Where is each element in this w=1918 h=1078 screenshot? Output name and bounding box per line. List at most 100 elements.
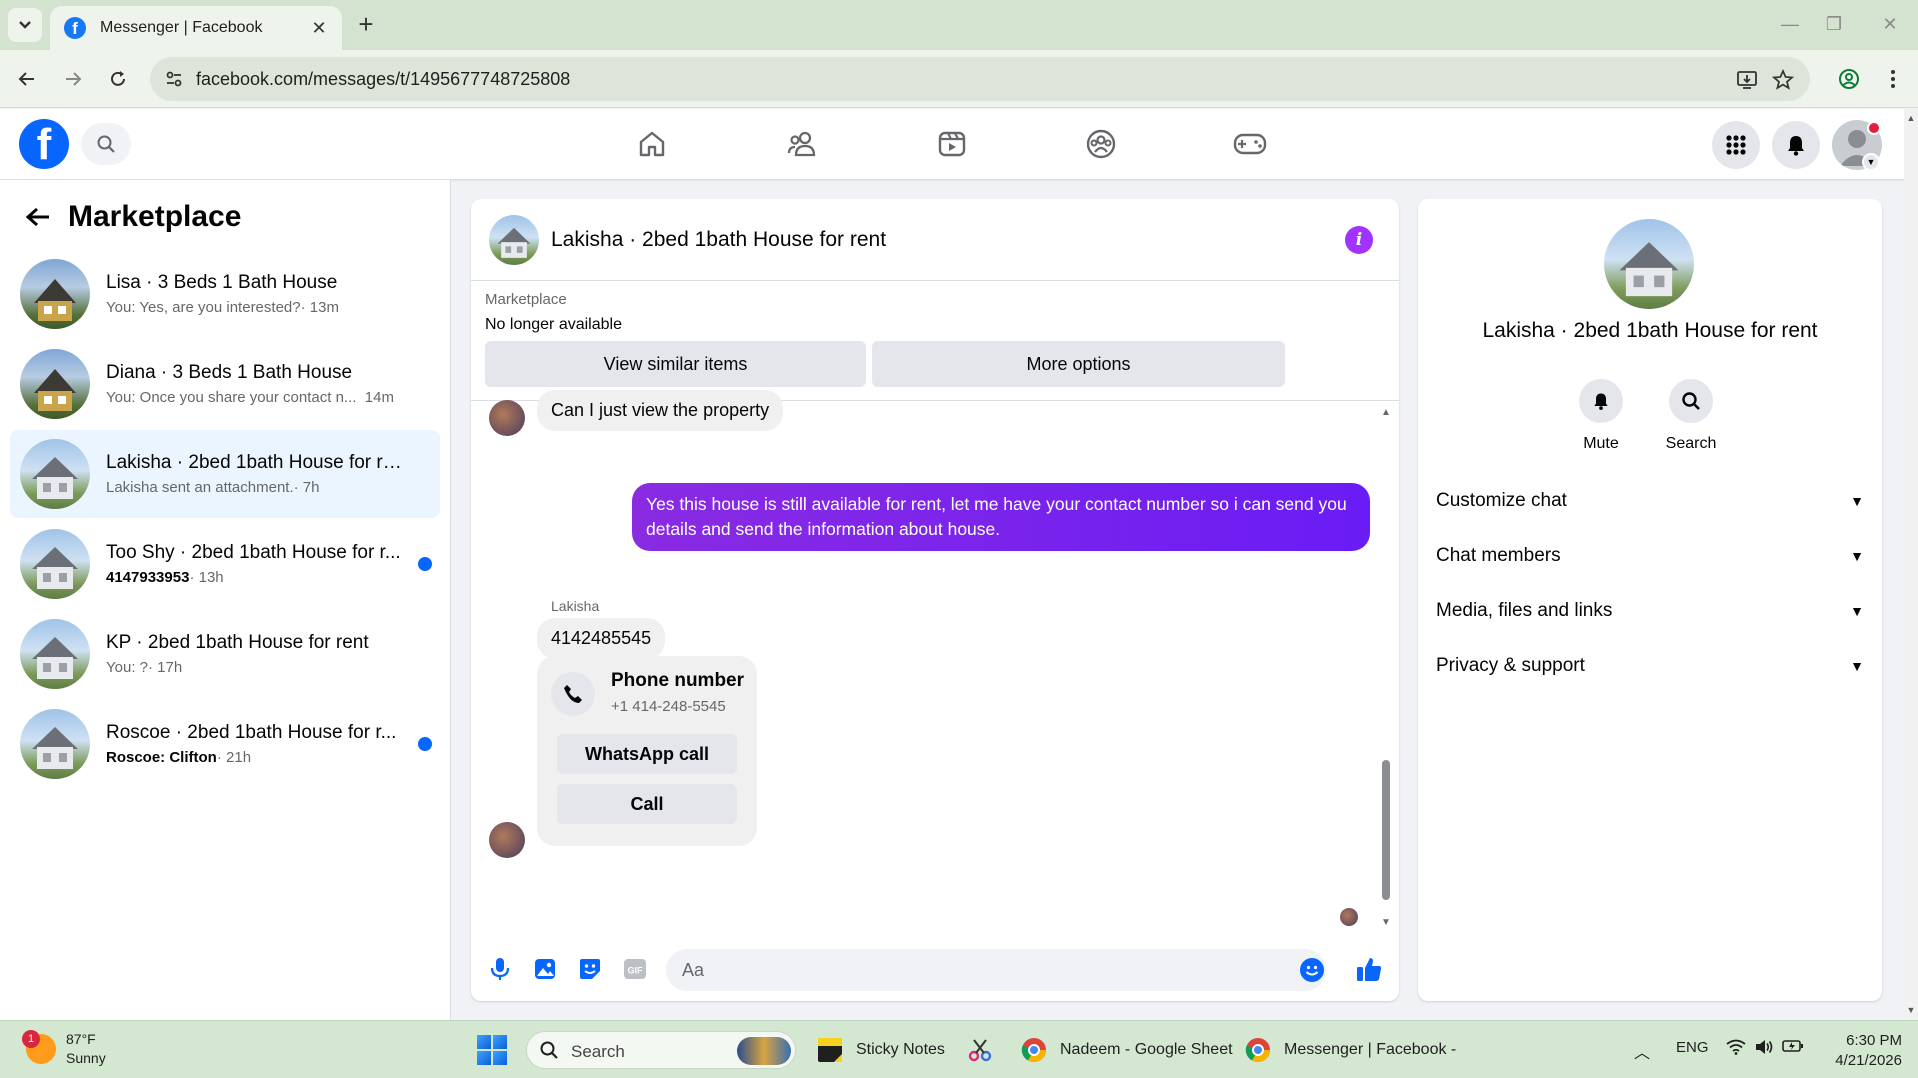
marketplace-label: Marketplace xyxy=(485,291,567,308)
view-similar-items-button[interactable]: View similar items xyxy=(485,341,866,387)
clock-date: 4/21/2026 xyxy=(1835,1052,1902,1069)
nav-home-button[interactable] xyxy=(622,121,682,167)
language-indicator[interactable]: ENG xyxy=(1676,1039,1709,1056)
conversation-name: Roscoe · 2bed 1bath House for r... xyxy=(106,722,397,743)
gif-icon[interactable]: GIF xyxy=(618,952,652,986)
tray-overflow-chevron-icon[interactable]: ︿ xyxy=(1634,1039,1650,1063)
conversation-item-active[interactable]: Lakisha · 2bed 1bath House for rent Laki… xyxy=(10,430,440,518)
back-button[interactable] xyxy=(10,62,44,96)
conversation-name: Too Shy · 2bed 1bath House for r... xyxy=(106,542,401,563)
like-thumbs-up-icon[interactable] xyxy=(1352,952,1386,986)
conversation-time: · 7h xyxy=(293,479,320,496)
weather-temp: 87°F xyxy=(66,1031,96,1047)
chat-header: Lakisha · 2bed 1bath House for rent i xyxy=(471,199,1399,281)
bookmark-star-icon[interactable] xyxy=(1770,67,1796,93)
accordion-label: Media, files and links xyxy=(1436,600,1613,621)
chat-title[interactable]: Lakisha · 2bed 1bath House for rent xyxy=(551,228,886,252)
browser-tab-messenger[interactable]: f Messenger | Facebook ✕ xyxy=(50,6,342,50)
restore-button[interactable]: ❐ xyxy=(1814,8,1854,40)
forward-button[interactable] xyxy=(56,62,90,96)
nav-friends-button[interactable] xyxy=(772,121,832,167)
tab-search-menu-button[interactable] xyxy=(8,8,42,42)
facebook-logo-icon[interactable]: f xyxy=(19,119,69,169)
address-bar[interactable]: facebook.com/messages/t/1495677748725808 xyxy=(150,57,1810,101)
weather-badge: 1 xyxy=(22,1030,40,1048)
windows-start-icon[interactable] xyxy=(477,1035,507,1065)
info-icon[interactable]: i xyxy=(1345,226,1373,254)
search-action[interactable]: Search xyxy=(1651,379,1731,453)
nav-video-button[interactable] xyxy=(922,121,982,167)
chevron-down-icon: ▼ xyxy=(1850,493,1864,509)
sun-icon: 1 xyxy=(22,1030,56,1064)
accordion-chat-members[interactable]: Chat members ▼ xyxy=(1436,536,1864,576)
tab-title: Messenger | Facebook xyxy=(100,19,263,36)
listing-thumbnail xyxy=(20,619,90,689)
unread-dot xyxy=(418,557,432,571)
microphone-icon[interactable] xyxy=(483,952,517,986)
account-chevron-icon[interactable]: ▼ xyxy=(1862,153,1880,171)
close-tab-icon[interactable]: ✕ xyxy=(308,17,330,39)
weather-widget[interactable]: 1 87°F Sunny xyxy=(22,1030,106,1068)
scroll-up-arrow[interactable]: ▲ xyxy=(1906,113,1916,123)
clock-time: 6:30 PM xyxy=(1846,1032,1902,1049)
incoming-message[interactable]: 4142485545 xyxy=(537,618,666,659)
taskbar-app-snipping[interactable] xyxy=(966,1031,1006,1069)
mute-action[interactable]: Mute xyxy=(1561,379,1641,453)
scroll-down-arrow[interactable]: ▼ xyxy=(1380,916,1392,928)
battery-icon[interactable] xyxy=(1782,1039,1804,1053)
sender-avatar xyxy=(489,400,525,436)
wifi-icon[interactable] xyxy=(1726,1039,1746,1055)
message-input[interactable] xyxy=(682,957,1242,983)
unread-dot xyxy=(418,737,432,751)
conversation-item[interactable]: Lisa · 3 Beds 1 Bath House You: Yes, are… xyxy=(10,250,440,338)
chat-listing-avatar[interactable] xyxy=(489,215,539,265)
install-app-icon[interactable] xyxy=(1734,67,1760,93)
more-options-button[interactable]: More options xyxy=(872,341,1285,387)
accordion-customize-chat[interactable]: Customize chat ▼ xyxy=(1436,481,1864,521)
chat-scrollbar-thumb[interactable] xyxy=(1382,760,1390,900)
photo-icon[interactable] xyxy=(528,952,562,986)
menu-grid-button[interactable] xyxy=(1712,121,1760,169)
notifications-button[interactable] xyxy=(1772,121,1820,169)
conversation-item[interactable]: Too Shy · 2bed 1bath House for r... 4147… xyxy=(10,520,440,608)
page-scrollbar[interactable]: ▲ ▼ xyxy=(1904,109,1918,1021)
taskbar-search[interactable]: Search xyxy=(526,1031,796,1069)
minimize-button[interactable]: — xyxy=(1770,8,1810,40)
back-arrow-button[interactable] xyxy=(22,201,54,233)
taskbar-app-sticky-notes[interactable]: Sticky Notes xyxy=(816,1031,945,1069)
sender-avatar xyxy=(489,822,525,858)
taskbar-search-label: Search xyxy=(571,1042,625,1061)
accordion-media-files-links[interactable]: Media, files and links ▼ xyxy=(1436,591,1864,631)
volume-icon[interactable] xyxy=(1754,1039,1774,1055)
scroll-down-arrow[interactable]: ▼ xyxy=(1906,1005,1916,1015)
taskbar-app-chrome-messenger[interactable]: Messenger | Facebook - xyxy=(1244,1031,1456,1069)
site-info-icon[interactable] xyxy=(162,67,186,91)
chrome-icon xyxy=(1021,1038,1046,1063)
outgoing-message[interactable]: Yes this house is still available for re… xyxy=(632,483,1370,551)
accordion-privacy-support[interactable]: Privacy & support ▼ xyxy=(1436,646,1864,686)
conversation-item[interactable]: KP · 2bed 1bath House for rent You: ?· 1… xyxy=(10,610,440,698)
system-clock[interactable]: 6:30 PM 4/21/2026 xyxy=(1818,1031,1902,1071)
arrow-left-icon xyxy=(18,72,34,86)
whatsapp-call-button[interactable]: WhatsApp call xyxy=(557,734,737,774)
nav-groups-button[interactable] xyxy=(1071,121,1131,167)
chevron-down-icon: ▼ xyxy=(1850,603,1864,619)
nav-gaming-button[interactable] xyxy=(1220,121,1280,167)
bell-icon xyxy=(1579,379,1623,423)
incoming-message[interactable]: Can I just view the property xyxy=(537,390,784,431)
reload-button[interactable] xyxy=(101,62,135,96)
close-window-button[interactable]: ✕ xyxy=(1870,8,1910,40)
search-highlight-image xyxy=(737,1037,791,1065)
conversation-time: 14m xyxy=(364,389,394,406)
conversation-item[interactable]: Roscoe · 2bed 1bath House for r... Rosco… xyxy=(10,700,440,788)
profile-icon[interactable] xyxy=(1832,62,1866,96)
sticker-icon[interactable] xyxy=(573,952,607,986)
facebook-search-button[interactable] xyxy=(81,123,131,165)
call-button[interactable]: Call xyxy=(557,784,737,824)
taskbar-app-chrome-sheets[interactable]: Nadeem - Google Sheet xyxy=(1020,1031,1233,1069)
emoji-icon[interactable] xyxy=(1300,958,1324,982)
scroll-up-arrow[interactable]: ▲ xyxy=(1380,406,1392,418)
conversation-item[interactable]: Diana · 3 Beds 1 Bath House You: Once yo… xyxy=(10,340,440,428)
browser-menu-icon[interactable] xyxy=(1876,62,1910,96)
new-tab-button[interactable]: + xyxy=(352,9,380,39)
